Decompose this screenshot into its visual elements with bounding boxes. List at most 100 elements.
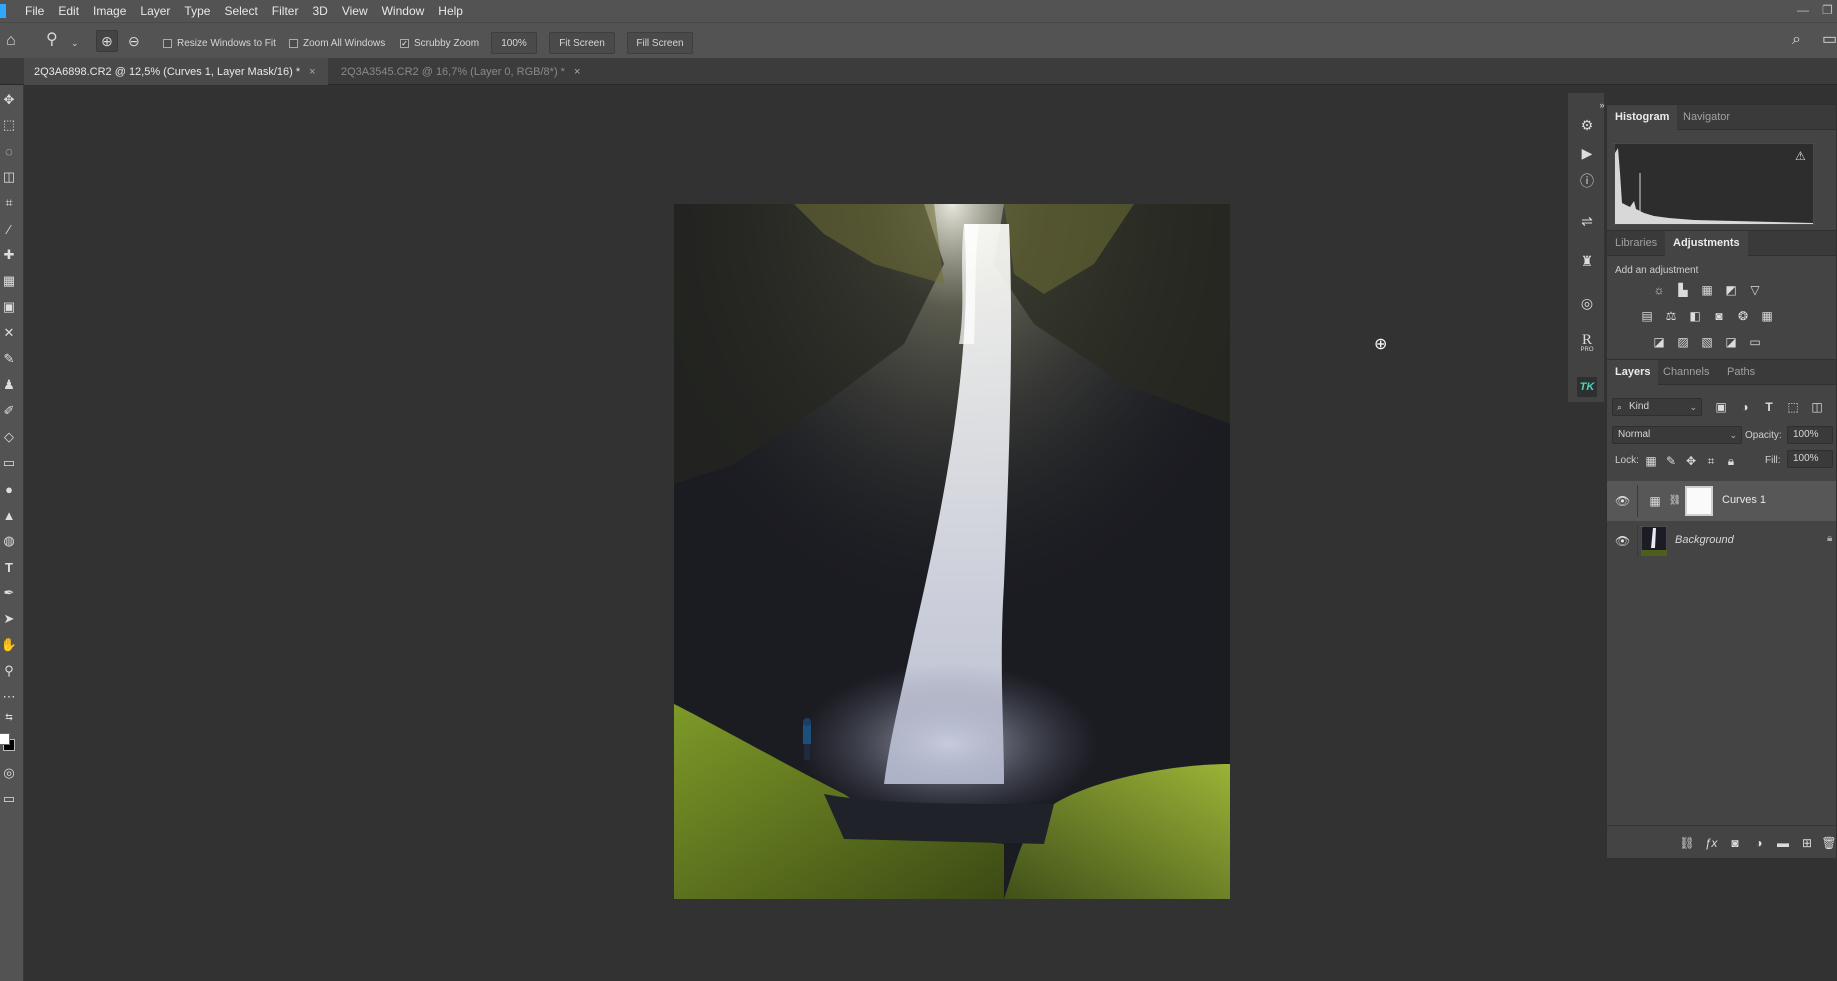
lasso-tool-icon[interactable]: ◌ [0, 141, 18, 161]
zoom-in-icon[interactable]: ⊕ [96, 30, 118, 52]
color-lookup-icon[interactable]: ▦ [1759, 309, 1775, 323]
layer-row-curves[interactable]: 👁︎ ▦ ⛓ Curves 1 [1607, 481, 1836, 521]
marquee-tool-icon[interactable]: ⬚ [0, 115, 18, 135]
crop-tool-icon[interactable]: ⌗ [0, 193, 18, 213]
zoom-tool-preset-icon[interactable]: ⚲ [46, 32, 58, 48]
restore-icon[interactable]: ❐ [1822, 3, 1833, 17]
opacity-input[interactable]: 100% [1787, 426, 1833, 444]
blend-mode-select[interactable]: Normal ⌄ [1612, 426, 1742, 444]
brightness-icon[interactable]: ☼ [1651, 283, 1667, 297]
type-tool-icon[interactable]: T [0, 557, 18, 577]
libraries-icon[interactable]: ⚙ [1577, 115, 1597, 135]
filter-smart-object-icon[interactable]: ◫ [1809, 400, 1825, 414]
fx-icon[interactable]: ƒx [1703, 836, 1719, 850]
lock-position-icon[interactable]: ✥ [1683, 454, 1699, 468]
levels-icon[interactable]: ▙ [1675, 283, 1691, 297]
menu-filter[interactable]: Filter [265, 0, 306, 22]
fill-input[interactable]: 100% [1787, 450, 1833, 468]
minimize-icon[interactable]: — [1797, 3, 1809, 17]
home-icon[interactable]: ⌂ [6, 33, 16, 49]
invert-icon[interactable]: ◪ [1651, 335, 1667, 349]
clone-stamp-tool-icon[interactable]: ♟ [0, 375, 18, 395]
link-chain-icon[interactable]: ⛓ [1667, 494, 1683, 508]
menu-type[interactable]: Type [177, 0, 217, 22]
scrubby-zoom-checkbox[interactable]: ✓ Scrubby Zoom [400, 36, 479, 50]
photoshop-logo-icon[interactable] [0, 4, 6, 18]
document-tab-inactive[interactable]: 2Q3A3545.CR2 @ 16,7% (Layer 0, RGB/8*) *… [331, 58, 591, 85]
healing-brush-tool-icon[interactable]: ✚ [0, 245, 18, 265]
gradient-tool-icon[interactable]: ▭ [0, 453, 18, 473]
link-layers-icon[interactable]: ⛓ [1679, 836, 1695, 850]
lock-image-icon[interactable]: ✎ [1663, 454, 1679, 468]
target-icon[interactable]: ◎ [1577, 293, 1597, 313]
menu-select[interactable]: Select [217, 0, 264, 22]
menu-3d[interactable]: 3D [305, 0, 334, 22]
smudge-tool-icon[interactable]: ◍ [0, 531, 18, 551]
photo-filter-icon[interactable]: ◙ [1711, 309, 1727, 323]
eraser-tool-icon[interactable]: ◇ [0, 427, 18, 447]
new-group-icon[interactable]: ▬ [1775, 836, 1791, 850]
quick-select-tool-icon[interactable]: ◫ [0, 167, 18, 187]
tab-histogram[interactable]: Histogram [1607, 105, 1678, 130]
eyedropper-tool-icon[interactable]: ⁄ [0, 219, 18, 239]
history-brush-tool-icon[interactable]: ✐ [0, 401, 18, 421]
tk-panel-icon[interactable]: TK [1577, 377, 1597, 397]
menu-window[interactable]: Window [375, 0, 432, 22]
tab-channels[interactable]: Channels [1655, 360, 1717, 385]
foreground-color-swatch[interactable] [0, 733, 10, 745]
content-aware-move-icon[interactable]: ✕ [0, 323, 18, 343]
background-thumbnail[interactable] [1641, 526, 1667, 556]
screen-mode-icon[interactable]: ▭ [0, 789, 18, 809]
close-icon[interactable]: × [574, 66, 580, 78]
zoom-tool-icon[interactable]: ⚲ [0, 661, 18, 681]
resize-windows-checkbox[interactable]: Resize Windows to Fit [163, 36, 276, 50]
canvas-image-waterfall[interactable] [674, 204, 1230, 899]
posterize-icon[interactable]: ▨ [1675, 335, 1691, 349]
lock-all-icon[interactable]: 🔒︎ [1723, 454, 1739, 468]
move-tool-icon[interactable]: ✥ [0, 90, 18, 110]
path-selection-tool-icon[interactable]: ➤ [0, 609, 18, 629]
document-tab-active[interactable]: 2Q3A6898.CR2 @ 12,5% (Curves 1, Layer Ma… [24, 58, 328, 85]
tab-navigator[interactable]: Navigator [1675, 105, 1738, 130]
gradient-map-icon[interactable]: ▭ [1747, 335, 1763, 349]
warning-icon[interactable]: ⚠ [1795, 149, 1806, 163]
frame-tool-icon[interactable]: ▣ [0, 297, 18, 317]
brush-tool-icon[interactable]: ✎ [0, 349, 18, 369]
chevron-down-icon[interactable]: ⌄ [71, 35, 79, 51]
menu-view[interactable]: View [335, 0, 375, 22]
search-icon[interactable]: ⌕ [1792, 32, 1801, 48]
hue-saturation-icon[interactable]: ▤ [1639, 309, 1655, 323]
delete-layer-icon[interactable]: 🗑︎ [1821, 836, 1837, 850]
workspace-icon[interactable]: ▭ [1822, 32, 1837, 48]
pen-tool-icon[interactable]: ✒ [0, 583, 18, 603]
layer-mask-thumbnail[interactable] [1685, 486, 1713, 516]
visibility-eye-icon[interactable]: 👁︎ [1615, 494, 1630, 508]
selective-color-icon[interactable]: ◪ [1723, 335, 1739, 349]
vibrance-icon[interactable]: ▽ [1747, 283, 1763, 297]
tab-layers[interactable]: Layers [1607, 360, 1659, 385]
hand-tool-icon[interactable]: ✋ [0, 635, 18, 655]
tab-adjustments[interactable]: Adjustments [1665, 231, 1748, 256]
layer-row-background[interactable]: 👁︎ Background 🔒︎ [1607, 521, 1836, 561]
color-balance-icon[interactable]: ⚖ [1663, 309, 1679, 323]
menu-help[interactable]: Help [431, 0, 470, 22]
fit-screen-button[interactable]: Fit Screen [549, 32, 615, 54]
play-icon[interactable]: ▶ [1577, 143, 1597, 163]
tab-libraries[interactable]: Libraries [1607, 231, 1665, 256]
curves-icon[interactable]: ▦ [1699, 283, 1715, 297]
lock-artboard-icon[interactable]: ⌗ [1703, 454, 1719, 468]
threshold-icon[interactable]: ▧ [1699, 335, 1715, 349]
properties-icon[interactable]: ⇌ [1577, 211, 1597, 231]
layer-filter-select[interactable]: ⌕ Kind ⌄ [1612, 398, 1702, 416]
new-fill-adjustment-icon[interactable]: ◑ [1751, 836, 1767, 850]
filter-shape-icon[interactable]: ⬚ [1785, 400, 1801, 414]
lock-transparent-icon[interactable]: ▦ [1643, 454, 1659, 468]
raya-pro-icon[interactable]: R PRO [1577, 333, 1597, 355]
info-icon[interactable]: ⓘ [1577, 171, 1597, 191]
close-icon[interactable]: × [309, 66, 315, 78]
zoom-level-button[interactable]: 100% [491, 32, 537, 54]
tab-paths[interactable]: Paths [1719, 360, 1763, 385]
visibility-eye-icon[interactable]: 👁︎ [1615, 534, 1630, 548]
filter-type-icon[interactable]: T [1761, 400, 1777, 414]
filter-pixel-icon[interactable]: ▣ [1713, 400, 1729, 414]
